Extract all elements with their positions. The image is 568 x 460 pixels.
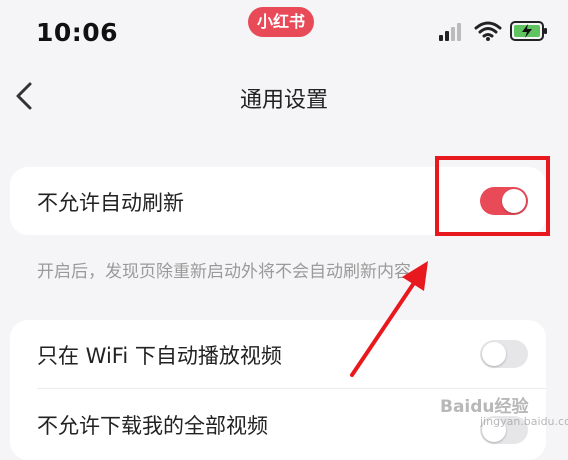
watermark-text: Baidu经验 (440, 397, 529, 417)
wifi-autoplay-label: 只在 WiFi 下自动播放视频 (37, 344, 282, 368)
signal-icon (439, 23, 461, 41)
setting-card-video: 只在 WiFi 下自动播放视频 不允许下载我的全部视频 (10, 320, 546, 460)
auto-refresh-label: 不允许自动刷新 (37, 191, 184, 215)
row-divider (37, 388, 546, 389)
annotation-arrow-icon (350, 261, 428, 377)
watermark-sub: jingyan.baidu.com (480, 415, 568, 428)
annotation-highlight-box (435, 156, 550, 236)
toggle-knob (482, 342, 506, 366)
app-badge: 小红书 (248, 7, 314, 37)
status-bar: 10:06 小红书 (0, 0, 568, 64)
wifi-autoplay-toggle[interactable] (480, 340, 528, 368)
disallow-download-label: 不允许下载我的全部视频 (37, 414, 268, 438)
page-title: 通用设置 (239, 88, 328, 113)
wifi-icon (474, 21, 502, 41)
status-time: 10:06 (36, 18, 119, 47)
nav-bar: 通用设置 (0, 64, 568, 128)
battery-charging-icon (510, 21, 547, 41)
watermark: Baidu经验 jingyan.baidu.com (440, 392, 568, 428)
